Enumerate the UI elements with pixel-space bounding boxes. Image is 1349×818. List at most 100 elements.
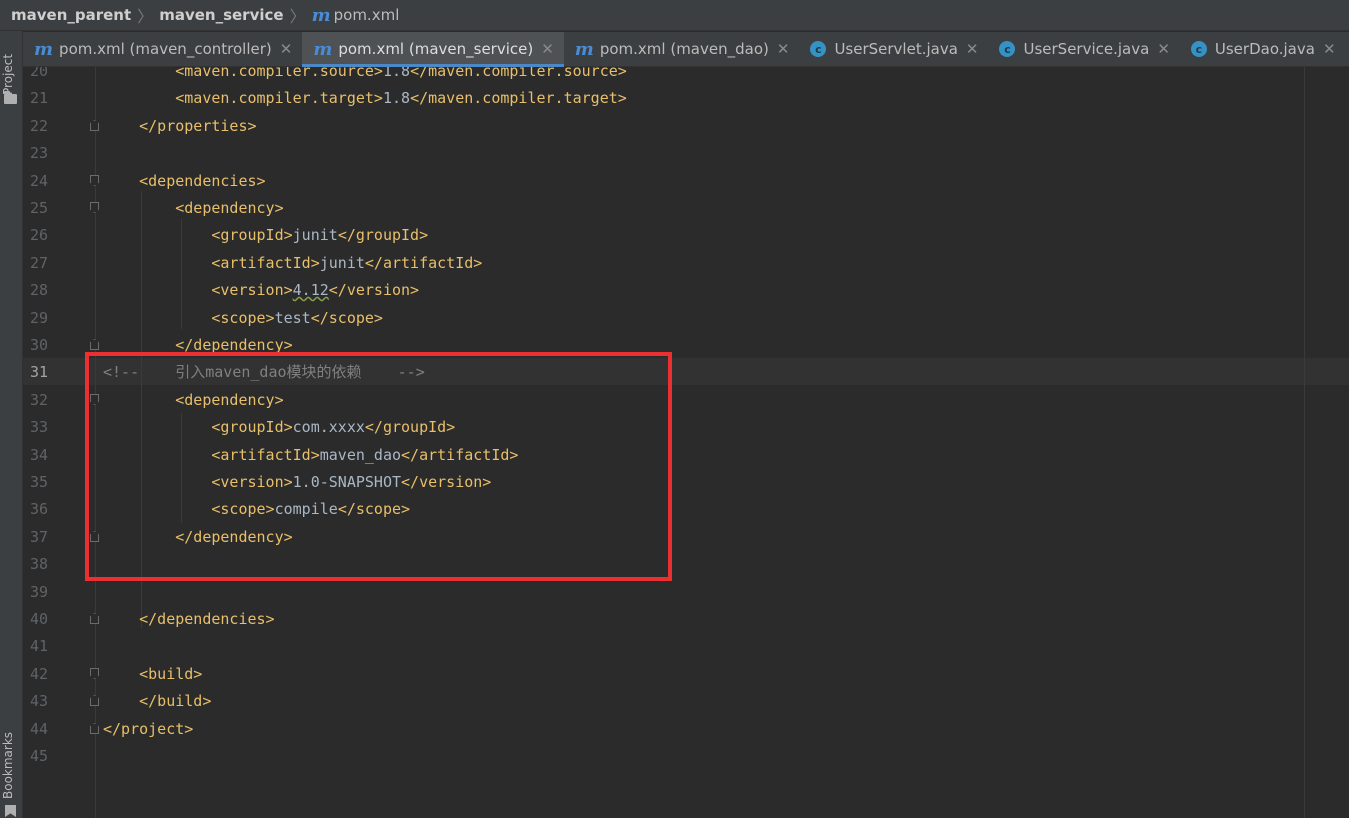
maven-m-icon: m <box>34 38 54 60</box>
line-number: 22 <box>29 117 48 135</box>
breadcrumb-item-maven-parent[interactable]: maven_parent <box>11 6 131 24</box>
fold-end-icon[interactable] <box>90 120 99 131</box>
bookmark-icon[interactable] <box>5 805 16 817</box>
line-number: 25 <box>29 199 48 217</box>
line-number: 20 <box>29 67 48 80</box>
code-line[interactable]: 45 <box>23 743 1349 770</box>
left-tool-strip: Project Bookmarks <box>0 31 23 818</box>
code-text: </build> <box>139 692 212 710</box>
line-number: 29 <box>29 309 48 327</box>
close-icon[interactable]: ✕ <box>280 40 293 58</box>
line-number: 27 <box>29 254 48 272</box>
code-line[interactable]: 43 </build> <box>23 688 1349 715</box>
annotation-highlight-box <box>85 352 672 581</box>
code-line[interactable]: 22 </properties> <box>23 113 1349 140</box>
code-line[interactable]: 21 <maven.compiler.target>1.8</maven.com… <box>23 85 1349 112</box>
code-line[interactable]: 40 </dependencies> <box>23 606 1349 633</box>
line-number: 41 <box>29 637 48 655</box>
code-text: <build> <box>139 665 203 683</box>
close-icon[interactable]: ✕ <box>777 40 790 58</box>
close-icon[interactable]: ✕ <box>966 40 979 58</box>
chevron-right-icon: 〉 <box>289 7 306 26</box>
line-number: 28 <box>29 281 48 299</box>
bookmarks-tool-tab[interactable]: Bookmarks <box>1 725 21 805</box>
editor-tab-label: pom.xml (maven_dao) <box>599 40 769 58</box>
fold-collapse-icon[interactable] <box>90 668 99 679</box>
line-number: 24 <box>29 172 48 190</box>
breadcrumb-item-maven-service[interactable]: maven_service <box>159 6 283 24</box>
line-number: 39 <box>29 583 48 601</box>
code-line[interactable]: 42 <build> <box>23 661 1349 688</box>
code-line[interactable]: 20 <maven.compiler.source>1.8</maven.com… <box>23 67 1349 85</box>
fold-end-icon[interactable] <box>90 723 99 734</box>
fold-collapse-icon[interactable] <box>90 175 99 186</box>
code-text: <version>4.12</version> <box>211 281 420 299</box>
editor-tab[interactable]: m pom.xml (maven_controller) ✕ <box>23 32 302 66</box>
chevron-right-icon: 〉 <box>137 7 154 26</box>
code-text: <maven.compiler.target>1.8</maven.compil… <box>175 89 627 107</box>
code-line[interactable]: 23 <box>23 140 1349 167</box>
line-number: 44 <box>29 720 48 738</box>
line-number: 45 <box>29 747 48 765</box>
line-number: 26 <box>29 226 48 244</box>
line-number: 34 <box>29 446 48 464</box>
code-line[interactable]: 41 <box>23 633 1349 660</box>
code-line[interactable]: 28 <version>4.12</version> <box>23 277 1349 304</box>
fold-end-icon[interactable] <box>90 339 99 350</box>
editor-tab[interactable]: m pom.xml (maven_dao) ✕ <box>564 32 800 66</box>
close-icon[interactable]: ✕ <box>541 40 554 58</box>
maven-m-icon: m <box>313 38 333 60</box>
line-number: 42 <box>29 665 48 683</box>
line-number: 33 <box>29 418 48 436</box>
editor-tab-bar: m pom.xml (maven_controller) ✕ m pom.xml (ma… <box>23 32 1349 67</box>
breadcrumb-item-pom-xml[interactable]: pom.xml <box>334 6 400 24</box>
code-text: <maven.compiler.source>1.8</maven.compil… <box>175 67 627 80</box>
editor-tab[interactable]: c UserService.java ✕ <box>988 32 1179 66</box>
editor-tab[interactable]: c UserDao.java ✕ <box>1180 32 1346 66</box>
code-text: </dependencies> <box>139 610 275 628</box>
code-text: <scope>test</scope> <box>211 309 383 327</box>
code-text: <artifactId>junit</artifactId> <box>211 254 483 272</box>
editor-tab-label: pom.xml (maven_service) <box>338 40 534 58</box>
code-line[interactable]: 27 <artifactId>junit</artifactId> <box>23 250 1349 277</box>
code-text: <groupId>junit</groupId> <box>211 226 429 244</box>
code-line[interactable]: 24 <dependencies> <box>23 168 1349 195</box>
maven-m-icon: m <box>311 4 331 26</box>
editor-tab-label: UserDao.java <box>1214 40 1315 58</box>
java-class-icon: c <box>810 41 827 57</box>
editor-tab-label: pom.xml (maven_controller) <box>59 40 272 58</box>
code-line[interactable]: 25 <dependency> <box>23 195 1349 222</box>
line-number: 31 <box>29 363 48 381</box>
line-number: 37 <box>29 528 48 546</box>
editor-tab-label: UserService.java <box>1023 40 1150 58</box>
code-line[interactable]: 44 </project> <box>23 716 1349 743</box>
fold-end-icon[interactable] <box>90 613 99 624</box>
code-line[interactable]: 26 <groupId>junit</groupId> <box>23 222 1349 249</box>
fold-end-icon[interactable] <box>90 695 99 706</box>
code-text: <dependencies> <box>139 172 266 190</box>
java-class-icon: c <box>999 41 1016 57</box>
editor-tab[interactable]: c UserServlet.java ✕ <box>799 32 988 66</box>
line-number: 36 <box>29 500 48 518</box>
folder-icon[interactable] <box>4 91 17 104</box>
line-number: 38 <box>29 555 48 573</box>
line-number: 40 <box>29 610 48 628</box>
code-text: </properties> <box>139 117 257 135</box>
editor-tab-label: UserServlet.java <box>834 40 958 58</box>
code-line[interactable]: 29 <scope>test</scope> <box>23 305 1349 332</box>
line-number: 35 <box>29 473 48 491</box>
java-class-icon: c <box>1190 41 1207 57</box>
breadcrumb: maven_parent 〉 maven_service 〉 m pom.xml <box>0 0 1349 31</box>
line-number: 21 <box>29 89 48 107</box>
maven-m-icon: m <box>574 38 594 60</box>
line-number: 30 <box>29 336 48 354</box>
line-number: 32 <box>29 391 48 409</box>
line-number: 23 <box>29 144 48 162</box>
close-icon[interactable]: ✕ <box>1157 40 1170 58</box>
editor-tab[interactable]: m pom.xml (maven_service) ✕ <box>302 32 565 67</box>
close-icon[interactable]: ✕ <box>1323 40 1336 58</box>
code-line[interactable]: 39 <box>23 579 1349 606</box>
code-text: </project> <box>103 720 194 738</box>
code-text: <dependency> <box>175 199 284 217</box>
fold-collapse-icon[interactable] <box>90 202 99 213</box>
